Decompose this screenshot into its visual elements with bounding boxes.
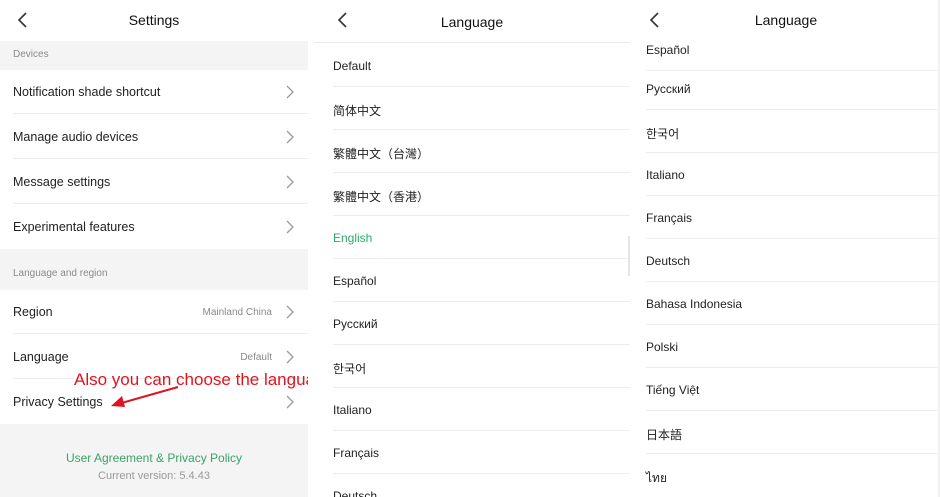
language-option-label: 한국어 [333, 362, 367, 376]
language-option-label: Español [646, 43, 690, 57]
chevron-right-icon [286, 220, 294, 234]
annotation-arrow-icon [111, 386, 179, 407]
language-header: Language [314, 0, 630, 40]
language-option[interactable]: Русский [632, 67, 940, 110]
settings-item-label: Manage audio devices [13, 130, 139, 144]
row-divider [13, 203, 308, 204]
language-option-selected[interactable]: English [314, 216, 630, 259]
row-divider [13, 333, 308, 334]
language-option-label: 日本語 [646, 428, 683, 442]
language-option[interactable]: Tiếng Việt [632, 368, 940, 411]
language-option-label: 繁體中文（台灣） [333, 147, 430, 161]
language-option[interactable]: Русский [314, 302, 630, 345]
language-option-label: Русский [333, 317, 378, 331]
page-title: Settings [128, 12, 180, 28]
language-option[interactable]: Bahasa Indonesia [632, 282, 940, 325]
section-header-devices: Devices [0, 41, 308, 70]
language-option[interactable]: 日本語 [632, 411, 940, 454]
language-option[interactable]: 한국어 [632, 110, 940, 153]
settings-footer: User Agreement & Privacy Policy Current … [0, 424, 308, 497]
language-option[interactable]: Français [314, 431, 630, 474]
chevron-right-icon [286, 350, 294, 364]
language-option[interactable]: Polski [632, 325, 940, 368]
language-option-label: Bahasa Indonesia [646, 297, 743, 311]
section-header-language-region: Language and region [0, 249, 308, 290]
row-divider [13, 158, 308, 159]
language-option-label: Italiano [646, 168, 685, 182]
region-value: Mainland China [202, 307, 273, 318]
scrollbar[interactable] [628, 236, 630, 276]
settings-item-message-settings[interactable]: Message settings [0, 160, 308, 204]
language-option-label: Français [333, 446, 380, 460]
language-option[interactable]: ไทย [632, 454, 940, 497]
page-title: Language [440, 14, 504, 30]
language-option-label: Default [333, 59, 372, 73]
settings-item-label: Notification shade shortcut [13, 85, 161, 99]
language-option[interactable]: 繁體中文（香港） [314, 173, 630, 216]
language-option[interactable]: 한국어 [314, 345, 630, 388]
language-option-label: 한국어 [646, 127, 680, 141]
language-option-label: 繁體中文（香港） [333, 190, 430, 204]
language-option-label: English [333, 231, 373, 245]
settings-item-label: Message settings [13, 175, 111, 189]
settings-item-notification-shade-shortcut[interactable]: Notification shade shortcut [0, 70, 308, 114]
chevron-right-icon [286, 85, 294, 99]
language-option[interactable]: Default [314, 44, 630, 87]
language-option[interactable]: Deutsch [314, 474, 630, 497]
chevron-right-icon [286, 395, 294, 409]
language-screen-2: Español Русский 한국어 Italiano Français De… [632, 0, 940, 497]
language-screen-1: Language Default 简体中文 繁體中文（台灣） 繁體中文（香港） … [314, 0, 630, 497]
language-option-label: ไทย [646, 471, 667, 485]
language-option-label: Deutsch [646, 254, 691, 268]
chevron-right-icon [286, 175, 294, 189]
language-option[interactable]: 繁體中文（台灣） [314, 130, 630, 173]
settings-item-region[interactable]: Region Mainland China [0, 290, 308, 334]
language-option-label: Italiano [333, 403, 372, 417]
language-option-label: Tiếng Việt [646, 383, 700, 397]
language-option-label: Deutsch [333, 489, 378, 497]
language-option[interactable]: Deutsch [632, 239, 940, 282]
language-option[interactable]: 简体中文 [314, 87, 630, 130]
language-option[interactable]: Español [314, 259, 630, 302]
language-option-label: 简体中文 [333, 104, 382, 118]
settings-item-label: Experimental features [13, 220, 135, 234]
chevron-right-icon [286, 130, 294, 144]
language-option[interactable]: Italiano [314, 388, 630, 431]
language-header: Language [632, 0, 940, 40]
language-option-label: Русский [646, 82, 691, 96]
settings-item-label: Privacy Settings [13, 395, 103, 409]
language-value: Default [240, 352, 272, 363]
language-option-label: Español [333, 274, 377, 288]
user-agreement-link[interactable]: User Agreement & Privacy Policy [0, 451, 308, 465]
language-option-label: Français [646, 211, 693, 225]
settings-screen: Settings Devices Notification shade shor… [0, 0, 308, 497]
version-text: Current version: 5.4.43 [98, 470, 210, 482]
settings-header: Settings [0, 0, 308, 40]
language-option-label: Polski [646, 340, 679, 354]
settings-item-label: Language [13, 350, 69, 364]
chevron-right-icon [286, 305, 294, 319]
page-title: Language [754, 12, 818, 28]
settings-item-label: Region [13, 305, 53, 319]
settings-item-manage-audio-devices[interactable]: Manage audio devices [0, 115, 308, 159]
settings-item-experimental-features[interactable]: Experimental features [0, 205, 308, 249]
language-option[interactable]: Italiano [632, 153, 940, 196]
row-divider [13, 113, 308, 114]
header-divider [314, 42, 630, 43]
language-option[interactable]: Français [632, 196, 940, 239]
